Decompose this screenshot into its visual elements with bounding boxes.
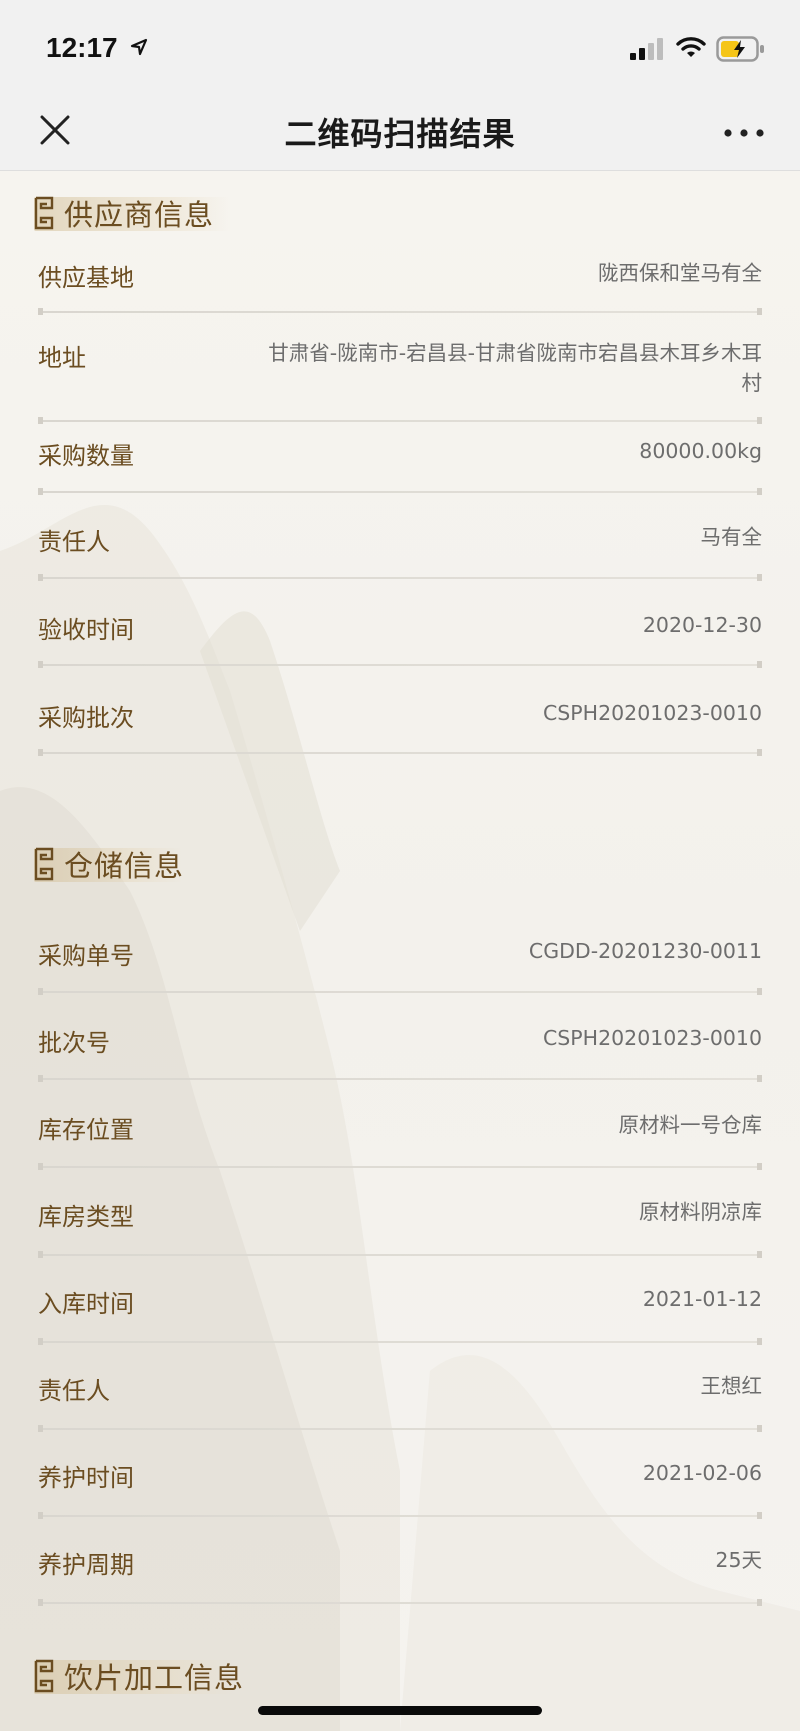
row-value: 2021-02-06 bbox=[642, 1461, 762, 1485]
row-label: 入库时间 bbox=[38, 1290, 134, 1318]
row-value: CSPH20201023-0010 bbox=[542, 1026, 762, 1050]
row-divider bbox=[38, 988, 762, 995]
wifi-icon bbox=[676, 37, 706, 57]
row-value: CGDD-20201230-0011 bbox=[528, 939, 762, 963]
row-value: 80000.00kg bbox=[639, 439, 762, 463]
section-title-supplier: 供应商信息 bbox=[64, 198, 215, 232]
status-time: 12:17 bbox=[46, 32, 118, 63]
row-label: 库存位置 bbox=[38, 1116, 134, 1144]
row-divider bbox=[38, 1512, 762, 1519]
row-label: 批次号 bbox=[38, 1029, 110, 1057]
row-label: 采购批次 bbox=[38, 704, 134, 732]
row-value: 2020-12-30 bbox=[642, 613, 762, 637]
scan-result-content[interactable]: 供应商信息 供应基地 陇西保和堂马有全 地址 甘肃省-陇南市-宕昌县-甘肃省陇南… bbox=[0, 171, 800, 1731]
row-value: 原材料一号仓库 bbox=[618, 1113, 763, 1137]
row-value: 甘肃省-陇南市-宕昌县-甘肃省陇南市宕昌县木耳乡木耳村 bbox=[268, 341, 762, 395]
row-value: 25天 bbox=[715, 1548, 762, 1572]
row-label: 供应基地 bbox=[38, 264, 134, 292]
row-value: 2021-01-12 bbox=[642, 1287, 762, 1311]
row-value: 陇西保和堂马有全 bbox=[598, 261, 762, 285]
section-header-storage: 仓储信息 bbox=[34, 842, 184, 886]
more-icon[interactable] bbox=[722, 125, 766, 141]
row-divider bbox=[38, 574, 762, 581]
section-header-processing: 饮片加工信息 bbox=[34, 1654, 244, 1698]
section-title-processing: 饮片加工信息 bbox=[64, 1661, 245, 1695]
home-indicator[interactable] bbox=[258, 1706, 542, 1715]
fret-pattern-icon bbox=[34, 1659, 54, 1693]
section-header-supplier: 供应商信息 bbox=[34, 191, 230, 235]
row-label: 养护时间 bbox=[38, 1464, 134, 1492]
row-divider bbox=[38, 488, 762, 495]
row-label: 采购数量 bbox=[38, 442, 134, 470]
row-value: 原材料阴凉库 bbox=[639, 1200, 762, 1224]
fret-pattern-icon bbox=[34, 196, 54, 230]
row-divider bbox=[38, 749, 762, 756]
battery-charging-icon bbox=[716, 36, 764, 62]
nav-bar: 二维码扫描结果 bbox=[0, 95, 800, 171]
page-title: 二维码扫描结果 bbox=[284, 115, 516, 153]
row-label: 采购单号 bbox=[38, 942, 134, 970]
row-divider bbox=[38, 1338, 762, 1345]
row-divider bbox=[38, 308, 762, 315]
row-divider bbox=[38, 661, 762, 668]
row-divider bbox=[38, 1425, 762, 1432]
row-label: 责任人 bbox=[38, 1377, 110, 1405]
row-divider bbox=[38, 1251, 762, 1258]
row-label: 验收时间 bbox=[38, 616, 134, 644]
status-bar: 12:17 bbox=[0, 0, 800, 95]
row-label: 责任人 bbox=[38, 528, 110, 556]
row-label: 地址 bbox=[38, 344, 86, 372]
row-value: 马有全 bbox=[700, 525, 763, 549]
fret-pattern-icon bbox=[34, 847, 54, 881]
row-divider bbox=[38, 1599, 762, 1606]
section-title-storage: 仓储信息 bbox=[64, 849, 185, 883]
signal-icon bbox=[630, 38, 663, 60]
row-value: 王想红 bbox=[700, 1374, 763, 1398]
row-label: 库房类型 bbox=[38, 1203, 134, 1231]
row-divider bbox=[38, 417, 762, 424]
location-arrow-icon bbox=[130, 38, 148, 56]
row-value: CSPH20201023-0010 bbox=[542, 701, 762, 725]
row-divider bbox=[38, 1075, 762, 1082]
row-divider bbox=[38, 1163, 762, 1170]
row-label: 养护周期 bbox=[38, 1551, 134, 1579]
